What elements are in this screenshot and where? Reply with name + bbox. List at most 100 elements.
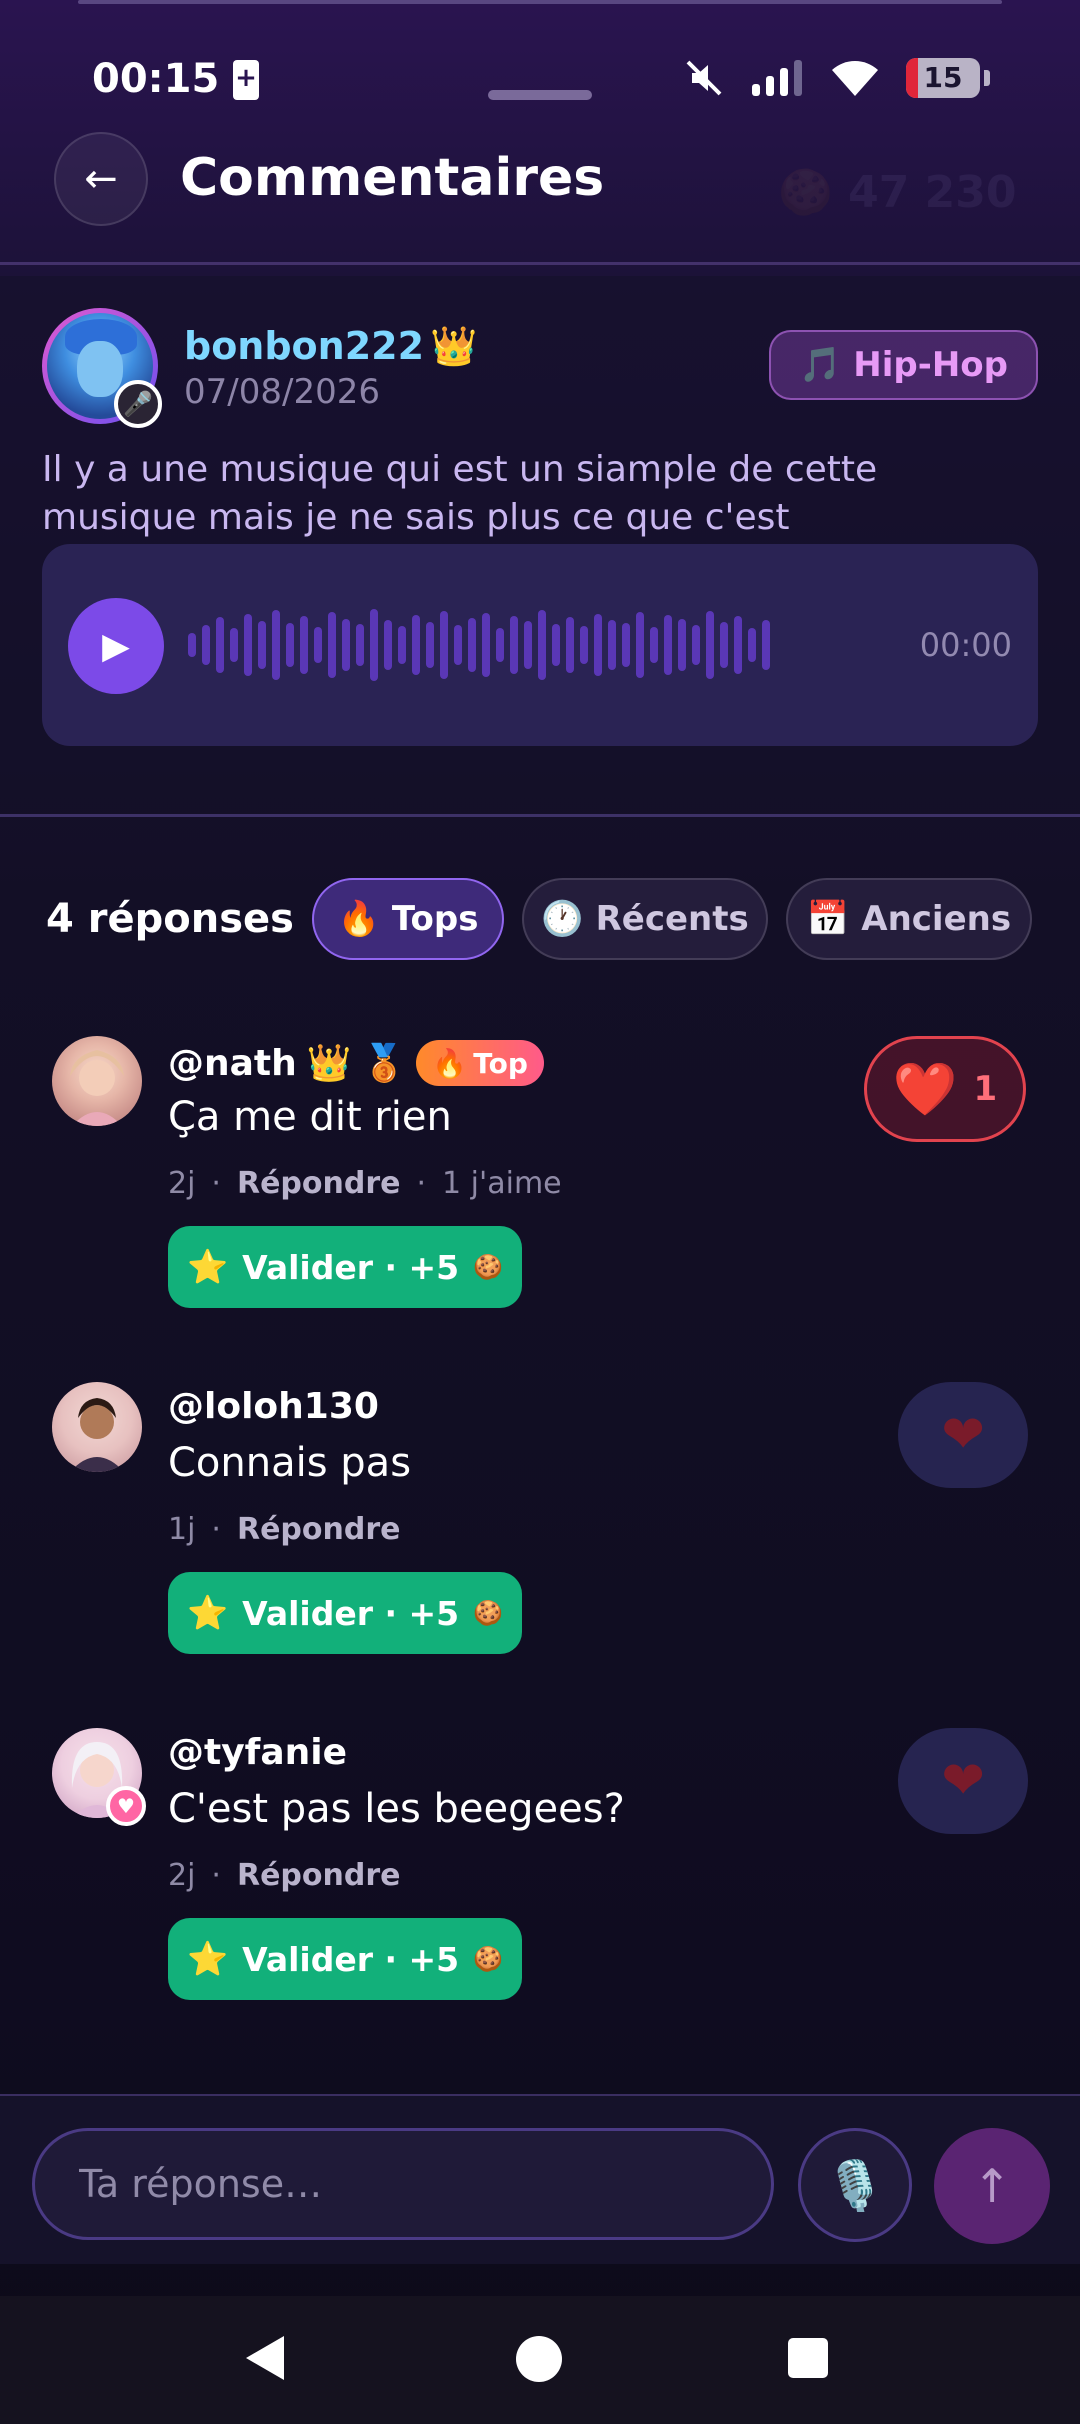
reply-age: 1j — [168, 1512, 196, 1547]
mute-icon — [686, 60, 722, 96]
cookie-icon: 🍪 — [473, 1599, 503, 1627]
signal-icon — [752, 60, 802, 96]
microphone-button[interactable]: 🎙️ — [798, 2128, 912, 2242]
star-icon: ⭐ — [186, 1247, 229, 1286]
waveform-bar — [524, 621, 532, 669]
top-badge-label: Top — [473, 1046, 528, 1080]
waveform-bar — [510, 616, 518, 674]
play-button[interactable]: ▶ — [68, 598, 164, 694]
waveform-bar — [580, 626, 588, 664]
reply-avatar[interactable] — [52, 1036, 142, 1126]
system-nav-bar — [0, 2296, 1080, 2424]
meta-separator: · — [416, 1166, 427, 1201]
reply-text: Ça me dit rien — [168, 1094, 452, 1140]
validate-button[interactable]: ⭐ Valider · +5 🍪 — [168, 1918, 522, 2000]
crown-icon: 👑 — [430, 324, 478, 368]
waveform-bar — [286, 623, 294, 667]
meta-separator: · — [211, 1512, 221, 1547]
waveform-bar — [706, 611, 714, 679]
nav-home-icon[interactable] — [516, 2336, 562, 2382]
post-username-text: bonbon222 — [184, 324, 425, 368]
nav-recents-icon[interactable] — [788, 2338, 828, 2378]
post-divider — [0, 814, 1080, 817]
like-button[interactable]: ❤ — [898, 1728, 1028, 1834]
waveform-bar — [244, 614, 252, 676]
calendar-icon: 📅 — [806, 899, 850, 939]
reply-input[interactable] — [32, 2128, 774, 2240]
sort-oldest-label: Anciens — [861, 899, 1012, 939]
genre-tag[interactable]: 🎵 Hip-Hop — [768, 330, 1038, 400]
heart-icon: ❤ — [941, 1405, 985, 1465]
heart-icon: ❤️ — [892, 1059, 958, 1120]
waveform-bar — [748, 628, 756, 662]
validate-label: Valider · +5 — [242, 1939, 460, 1979]
charging-icon — [233, 60, 259, 100]
sort-tops-label: Tops — [391, 899, 479, 939]
reply-button[interactable]: Répondre — [237, 1858, 401, 1893]
waveform-bar — [636, 612, 644, 678]
star-icon: ⭐ — [186, 1593, 229, 1632]
waveform-bar — [482, 613, 490, 677]
post-text: Il y a une musique qui est un siample de… — [42, 449, 878, 538]
validate-button[interactable]: ⭐ Valider · +5 🍪 — [168, 1226, 522, 1308]
wifi-icon — [832, 61, 878, 96]
drag-handle[interactable] — [488, 90, 592, 100]
back-button[interactable]: ← — [54, 132, 148, 226]
waveform-bar — [678, 619, 686, 671]
heart-badge-icon: ♥ — [106, 1786, 146, 1826]
microphone-icon: 🎤 — [114, 380, 162, 428]
sort-tops-button[interactable]: 🔥 Tops — [312, 878, 504, 960]
validate-label: Valider · +5 — [242, 1593, 460, 1633]
replies-toolbar: 4 réponses 🔥 Tops 🕐 Récents 📅 Anciens — [0, 874, 1080, 964]
send-button[interactable]: ↑ — [934, 2128, 1050, 2244]
header: ← Commentaires — [0, 130, 1080, 262]
cookie-icon: 🍪 — [473, 1945, 503, 1973]
battery-level: 15 — [923, 61, 963, 94]
waveform-bar — [692, 625, 700, 665]
waveform-bar — [566, 617, 574, 673]
waveform-bar — [370, 609, 378, 681]
reply-text: C'est pas les beegees? — [168, 1786, 625, 1832]
like-button[interactable]: ❤ — [898, 1382, 1028, 1488]
reply-handle-text: @nath — [168, 1042, 297, 1084]
waveform-bar — [216, 617, 224, 673]
waveform-bar — [538, 610, 546, 680]
validate-label: Valider · +5 — [242, 1247, 460, 1287]
reply-text: Connais pas — [168, 1440, 412, 1486]
reply-meta: 2j · Répondre — [168, 1858, 400, 1893]
reply-composer: 🎙️ ↑ — [0, 2094, 1080, 2264]
waveform-bar — [300, 616, 308, 674]
waveform-bar — [412, 615, 420, 675]
waveform-bar — [622, 623, 630, 667]
waveform-bar — [608, 620, 616, 670]
reply-meta: 2j · Répondre · 1 j'aime — [168, 1166, 562, 1201]
reply-button[interactable]: Répondre — [237, 1166, 401, 1201]
original-post: 🎤 bonbon222 👑 07/08/2026 🎵 Hip-Hop Il y a… — [0, 276, 1080, 816]
genre-label: Hip-Hop — [853, 345, 1008, 385]
nav-back-icon[interactable] — [246, 2336, 284, 2380]
post-username[interactable]: bonbon222 👑 — [184, 324, 477, 369]
reply-avatar[interactable] — [52, 1382, 142, 1472]
waveform-bar — [356, 624, 364, 666]
waveform-bar — [594, 614, 602, 676]
reply-button[interactable]: Répondre — [237, 1512, 401, 1547]
like-button[interactable]: ❤️ 1 — [864, 1036, 1026, 1142]
waveform-bar — [496, 628, 504, 662]
reply-handle[interactable]: @loloh130 — [168, 1386, 379, 1427]
top-edge-line — [78, 0, 1002, 4]
reply-meta: 1j · Répondre — [168, 1512, 400, 1547]
waveform-bar — [762, 620, 770, 670]
sort-recent-button[interactable]: 🕐 Récents — [522, 878, 768, 960]
battery-tip — [984, 70, 990, 86]
reply-handle[interactable]: @nath 👑 🥉 🔥 Top — [168, 1040, 544, 1086]
sort-oldest-button[interactable]: 📅 Anciens — [786, 878, 1032, 960]
waveform[interactable] — [188, 584, 928, 706]
waveform-bar — [398, 626, 406, 664]
status-time: 00:15 — [92, 56, 220, 102]
waveform-bar — [314, 627, 322, 663]
reply-handle[interactable]: @tyfanie — [168, 1732, 347, 1773]
waveform-bar — [440, 611, 448, 679]
validate-button[interactable]: ⭐ Valider · +5 🍪 — [168, 1572, 522, 1654]
top-badge: 🔥 Top — [416, 1040, 544, 1086]
reply-likes-text: 1 j'aime — [442, 1166, 562, 1201]
